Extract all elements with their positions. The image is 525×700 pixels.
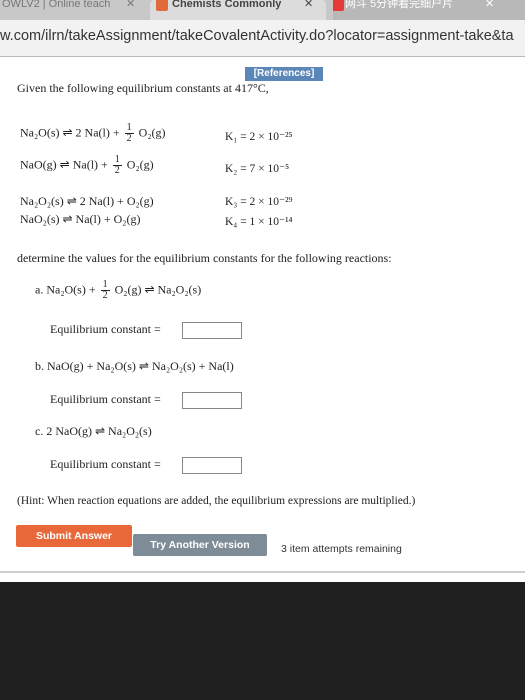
part-b-answer-input[interactable] <box>182 392 242 409</box>
hint-text: (Hint: When reaction equations are added… <box>17 495 416 507</box>
tab-label: 网斗 5分钟看完细户片 <box>345 0 454 10</box>
divider <box>0 571 525 573</box>
reaction-3: Na₂O₂(s) ⇌ 2 Na(l) + O₂(g) <box>20 194 154 208</box>
close-icon[interactable]: ✕ <box>304 0 313 12</box>
reaction-2: NaO(g) ⇌ Na(l) + 12 O₂(g) <box>20 154 154 176</box>
attempts-remaining: 3 item attempts remaining <box>281 543 402 555</box>
k1-value: K₁ = 2 × 10⁻²⁵ <box>225 131 293 143</box>
close-icon[interactable]: ✕ <box>126 0 135 12</box>
browser-tab-bar: OWLV2 | Online teach ✕ Chemists Commonly… <box>0 0 525 20</box>
references-button[interactable]: [References] <box>245 67 323 81</box>
part-b-answer-label: Equilibrium constant = <box>50 392 161 406</box>
k4-value: K₄ = 1 × 10⁻¹⁴ <box>225 216 293 228</box>
address-bar[interactable]: w.com/ilrn/takeAssignment/takeCovalentAc… <box>0 20 525 57</box>
k2-value: K₂ = 7 × 10⁻⁵ <box>225 163 290 175</box>
intro-text: Given the following equilibrium constant… <box>17 81 269 95</box>
question-page: [References] Given the following equilib… <box>0 57 525 582</box>
instruction-text: determine the values for the equilibrium… <box>17 251 392 265</box>
tab-chemists-commonly[interactable]: Chemists Commonly ✕ <box>150 0 326 20</box>
part-b-reaction: b. NaO(g) + Na₂O(s) ⇌ Na₂O₂(s) + Na(l) <box>35 359 234 373</box>
part-c-answer-label: Equilibrium constant = <box>50 457 161 471</box>
submit-answer-button[interactable]: Submit Answer <box>16 525 132 547</box>
part-a-reaction: a. Na₂O(s) + 12 O₂(g) ⇌ Na₂O₂(s) <box>35 279 202 301</box>
part-c-reaction: c. 2 NaO(g) ⇌ Na₂O₂(s) <box>35 424 152 438</box>
video-favicon-icon <box>333 0 344 11</box>
reaction-1: Na₂O(s) ⇌ 2 Na(l) + 12 O₂(g) <box>20 122 166 144</box>
tab-video[interactable]: 网斗 5分钟看完细户片 ✕ <box>333 0 525 20</box>
close-icon[interactable]: ✕ <box>485 0 494 12</box>
part-a-answer-label: Equilibrium constant = <box>50 322 161 336</box>
chemistry-favicon-icon <box>156 0 168 11</box>
part-a-answer-input[interactable] <box>182 322 242 339</box>
tab-label: Chemists Commonly <box>172 0 282 10</box>
tab-label: OWLV2 | Online teach <box>2 0 111 10</box>
screen-bezel <box>0 582 525 700</box>
tab-owlv2[interactable]: OWLV2 | Online teach ✕ <box>0 0 142 20</box>
part-c-answer-input[interactable] <box>182 457 242 474</box>
try-another-version-button[interactable]: Try Another Version <box>133 534 267 556</box>
reaction-4: NaO₂(s) ⇌ Na(l) + O₂(g) <box>20 212 141 226</box>
url-text: w.com/ilrn/takeAssignment/takeCovalentAc… <box>0 28 514 44</box>
k3-value: K₃ = 2 × 10⁻²⁹ <box>225 196 293 208</box>
